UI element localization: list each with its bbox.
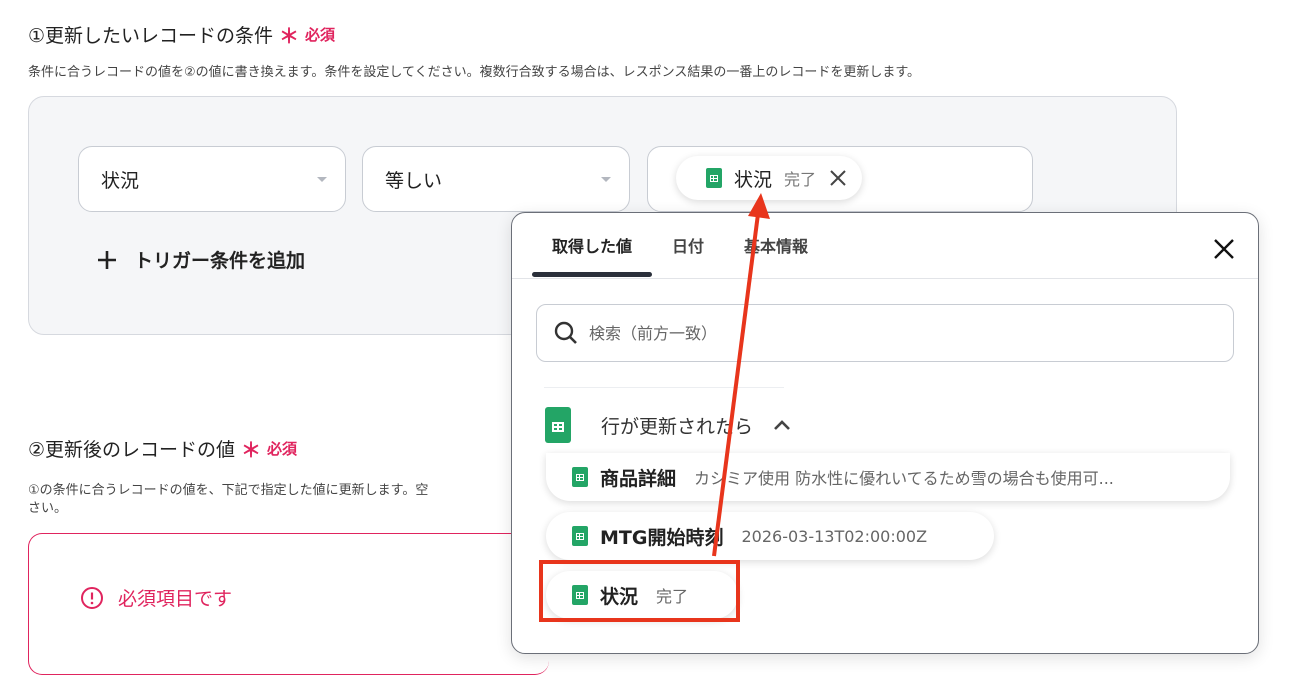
- tab-divider: [512, 278, 1258, 279]
- operator-select[interactable]: 等しい: [362, 146, 630, 212]
- chip-field-name: 状況: [734, 168, 773, 191]
- item-value: カシミア使用 防水性に優れいてるため雪の場合も使用可...: [694, 469, 1114, 488]
- section2-description-line1: ①の条件に合うレコードの値を、下記で指定した値に更新します。空: [28, 483, 429, 498]
- add-condition-button[interactable]: トリガー条件を追加: [96, 246, 305, 273]
- section2-title-text: ②更新後のレコードの値: [28, 439, 236, 461]
- alert-circle-icon: [81, 586, 103, 609]
- operator-select-caret-icon: [601, 177, 611, 182]
- tab-date[interactable]: 日付: [652, 213, 724, 277]
- tab-acquired-values[interactable]: 取得した値: [532, 213, 653, 277]
- list-item[interactable]: 商品詳細 カシミア使用 防水性に優れいてるため雪の場合も使用可...: [546, 453, 1230, 501]
- operator-select-value: 等しい: [385, 169, 443, 192]
- required-star-icon: ＊: [279, 24, 300, 48]
- group-label: 行が更新されたら: [601, 415, 754, 438]
- highlight-box: [539, 560, 740, 622]
- search-icon: [554, 321, 577, 344]
- spreadsheet-icon: [706, 168, 722, 188]
- chip-field-value: 完了: [784, 170, 817, 189]
- group-divider: [544, 387, 784, 388]
- section1-description: 条件に合うレコードの値を②の値に書き換えます。条件を設定してください。複数行合致…: [28, 65, 921, 80]
- section1-title-text: ①更新したいレコードの条件: [28, 25, 274, 47]
- group-header[interactable]: 行が更新されたら: [545, 407, 791, 443]
- value-chip[interactable]: 状況 完了: [676, 156, 863, 200]
- section2-description-line2: さい。: [28, 501, 68, 516]
- field-select-value: 状況: [101, 169, 140, 192]
- field-select[interactable]: 状況: [78, 146, 346, 212]
- chevron-up-icon[interactable]: [773, 419, 791, 431]
- close-icon[interactable]: [1212, 237, 1236, 261]
- search-field[interactable]: [536, 304, 1234, 362]
- error-message: 必須項目です: [80, 584, 232, 611]
- panel-tabs: 取得した値 日付 基本情報: [532, 213, 828, 277]
- spreadsheet-icon: [572, 467, 588, 487]
- section1-title: ①更新したいレコードの条件 ＊ 必須: [28, 20, 335, 49]
- plus-icon: [98, 250, 116, 269]
- item-name: 商品詳細: [600, 467, 677, 490]
- error-text: 必須項目です: [118, 588, 233, 610]
- required-star-icon: ＊: [241, 438, 262, 462]
- section2-description: ①の条件に合うレコードの値を、下記で指定した値に更新します。空 さい。: [28, 482, 428, 518]
- add-condition-label: トリガー条件を追加: [134, 250, 306, 272]
- item-name: MTG開始時刻: [600, 526, 724, 549]
- spreadsheet-icon: [545, 407, 571, 443]
- tab-basic-info[interactable]: 基本情報: [724, 213, 828, 277]
- required-label: 必須: [267, 440, 298, 458]
- chip-remove-icon[interactable]: [828, 168, 848, 188]
- spreadsheet-icon: [572, 526, 588, 546]
- required-label: 必須: [305, 26, 336, 44]
- search-input[interactable]: [587, 322, 1191, 344]
- field-select-caret-icon: [317, 177, 327, 182]
- list-item[interactable]: MTG開始時刻 2026-03-13T02:00:00Z: [546, 512, 994, 560]
- section2-title: ②更新後のレコードの値 ＊ 必須: [28, 434, 297, 463]
- item-value: 2026-03-13T02:00:00Z: [741, 526, 928, 546]
